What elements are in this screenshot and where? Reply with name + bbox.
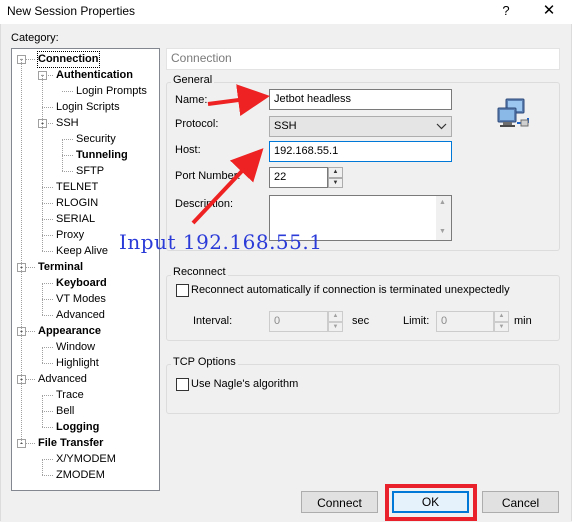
chevron-down-icon [436, 123, 447, 130]
general-group-label: General [171, 74, 215, 86]
tree-connector [42, 251, 53, 252]
tree-item-security[interactable]: Security [76, 132, 116, 147]
tree-connector [42, 187, 53, 188]
tree-item-keyboard[interactable]: Keyboard [56, 276, 107, 291]
name-field[interactable]: Jetbot headless [269, 89, 452, 110]
interval-down-arrow[interactable]: ▼ [328, 322, 343, 332]
tree-connector [42, 411, 53, 412]
interval-label: Interval: [193, 315, 233, 327]
tree-item-zmodem[interactable]: ZMODEM [56, 468, 105, 483]
tree-item-x-ymodem[interactable]: X/YMODEM [56, 452, 116, 467]
interval-unit: sec [352, 315, 370, 327]
cancel-button[interactable]: Cancel [482, 491, 559, 513]
tree-item-serial[interactable]: SERIAL [56, 212, 95, 227]
tree-connector [42, 107, 53, 108]
limit-field[interactable]: 0 [436, 311, 494, 332]
tree-connector [62, 139, 73, 140]
tree-item-sftp[interactable]: SFTP [76, 164, 104, 179]
tree-item-highlight[interactable]: Highlight [56, 356, 99, 371]
tree-connector [42, 459, 53, 460]
description-label: Description: [175, 198, 234, 210]
tree-item-window[interactable]: Window [56, 340, 95, 355]
nagle-checkbox-label: Use Nagle's algorithm [191, 378, 299, 390]
reconnect-checkbox[interactable] [176, 284, 189, 297]
tree-connector [42, 459, 43, 475]
tree-item-telnet[interactable]: TELNET [56, 180, 98, 195]
tree-item-login-prompts[interactable]: Login Prompts [76, 84, 147, 99]
connect-button[interactable]: Connect [301, 491, 378, 513]
tree-item-keep-alive[interactable]: Keep Alive [56, 244, 108, 259]
tree-connector [42, 427, 53, 428]
nagle-checkbox[interactable] [176, 378, 189, 391]
tree-connector [42, 283, 53, 284]
tcp-options-group-label: TCP Options [171, 356, 238, 368]
port-field[interactable]: 22 [269, 167, 328, 188]
tree-connector [42, 203, 53, 204]
close-icon[interactable]: ✕ [538, 1, 560, 21]
port-down-arrow[interactable]: ▼ [328, 178, 343, 188]
host-field[interactable]: 192.168.55.1 [269, 141, 452, 162]
host-label: Host: [175, 144, 201, 156]
tree-item-tunneling[interactable]: Tunneling [76, 148, 128, 163]
limit-unit: min [514, 315, 532, 327]
tree-connector [42, 283, 43, 315]
tree-item-vt-modes[interactable]: VT Modes [56, 292, 106, 307]
tree-connector [42, 219, 53, 220]
tree-connector [42, 395, 53, 396]
tree-connector [42, 347, 53, 348]
port-up-arrow[interactable]: ▲ [328, 167, 343, 178]
tree-connector [42, 299, 53, 300]
tree-item-bell[interactable]: Bell [56, 404, 74, 419]
tree-connector [62, 171, 73, 172]
tree-item-login-scripts[interactable]: Login Scripts [56, 100, 120, 115]
tree-item-connection[interactable]: Connection [37, 51, 100, 68]
tree-connector [42, 75, 43, 251]
tree-connector [42, 315, 53, 316]
tree-connector [21, 59, 22, 443]
interval-field[interactable]: 0 [269, 311, 328, 332]
tree-item-file-transfer[interactable]: File Transfer [38, 436, 103, 451]
interval-up-arrow[interactable]: ▲ [328, 311, 343, 322]
tree-item-advanced[interactable]: Advanced [56, 308, 105, 323]
port-label: Port Number: [175, 170, 241, 182]
tree-connector [42, 475, 53, 476]
annotation-text: Input 192.168.55.1 [119, 230, 323, 254]
tree-connector [62, 155, 73, 156]
tree-connector [42, 235, 53, 236]
tree-item-logging[interactable]: Logging [56, 420, 99, 435]
ok-highlight-box [385, 484, 477, 521]
panel-title: Connection [171, 51, 232, 65]
tree-item-advanced[interactable]: Advanced [38, 372, 87, 387]
network-computers-icon [497, 98, 529, 127]
protocol-value: SSH [274, 120, 297, 132]
category-tree[interactable]: Connection - Authentication - Login Prompts L… [11, 48, 160, 491]
tree-connector [62, 91, 73, 92]
limit-up-arrow[interactable]: ▲ [494, 311, 509, 322]
tree-item-appearance[interactable]: Appearance [38, 324, 101, 339]
tree-item-rlogin[interactable]: RLOGIN [56, 196, 98, 211]
window-title: New Session Properties [7, 4, 136, 18]
tree-item-proxy[interactable]: Proxy [56, 228, 84, 243]
tree-connector [42, 347, 43, 363]
limit-label: Limit: [403, 315, 430, 327]
tree-item-terminal[interactable]: Terminal [38, 260, 83, 275]
protocol-select[interactable]: SSH [269, 116, 452, 137]
description-scrollbar[interactable]: ▲ ▼ [436, 196, 451, 240]
name-label: Name: [175, 94, 208, 106]
tree-connector [62, 91, 63, 92]
protocol-label: Protocol: [175, 118, 219, 130]
tree-item-trace[interactable]: Trace [56, 388, 84, 403]
tree-connector [42, 395, 43, 427]
limit-down-arrow[interactable]: ▼ [494, 322, 509, 332]
help-button[interactable]: ? [496, 1, 516, 21]
tree-item-authentication[interactable]: Authentication [56, 68, 133, 83]
reconnect-group-label: Reconnect [171, 266, 228, 278]
category-label: Category: [11, 32, 59, 44]
tree-connector [42, 363, 53, 364]
tree-item-ssh[interactable]: SSH [56, 116, 79, 131]
tree-connector [62, 139, 63, 171]
reconnect-checkbox-label: Reconnect automatically if connection is… [191, 284, 510, 296]
